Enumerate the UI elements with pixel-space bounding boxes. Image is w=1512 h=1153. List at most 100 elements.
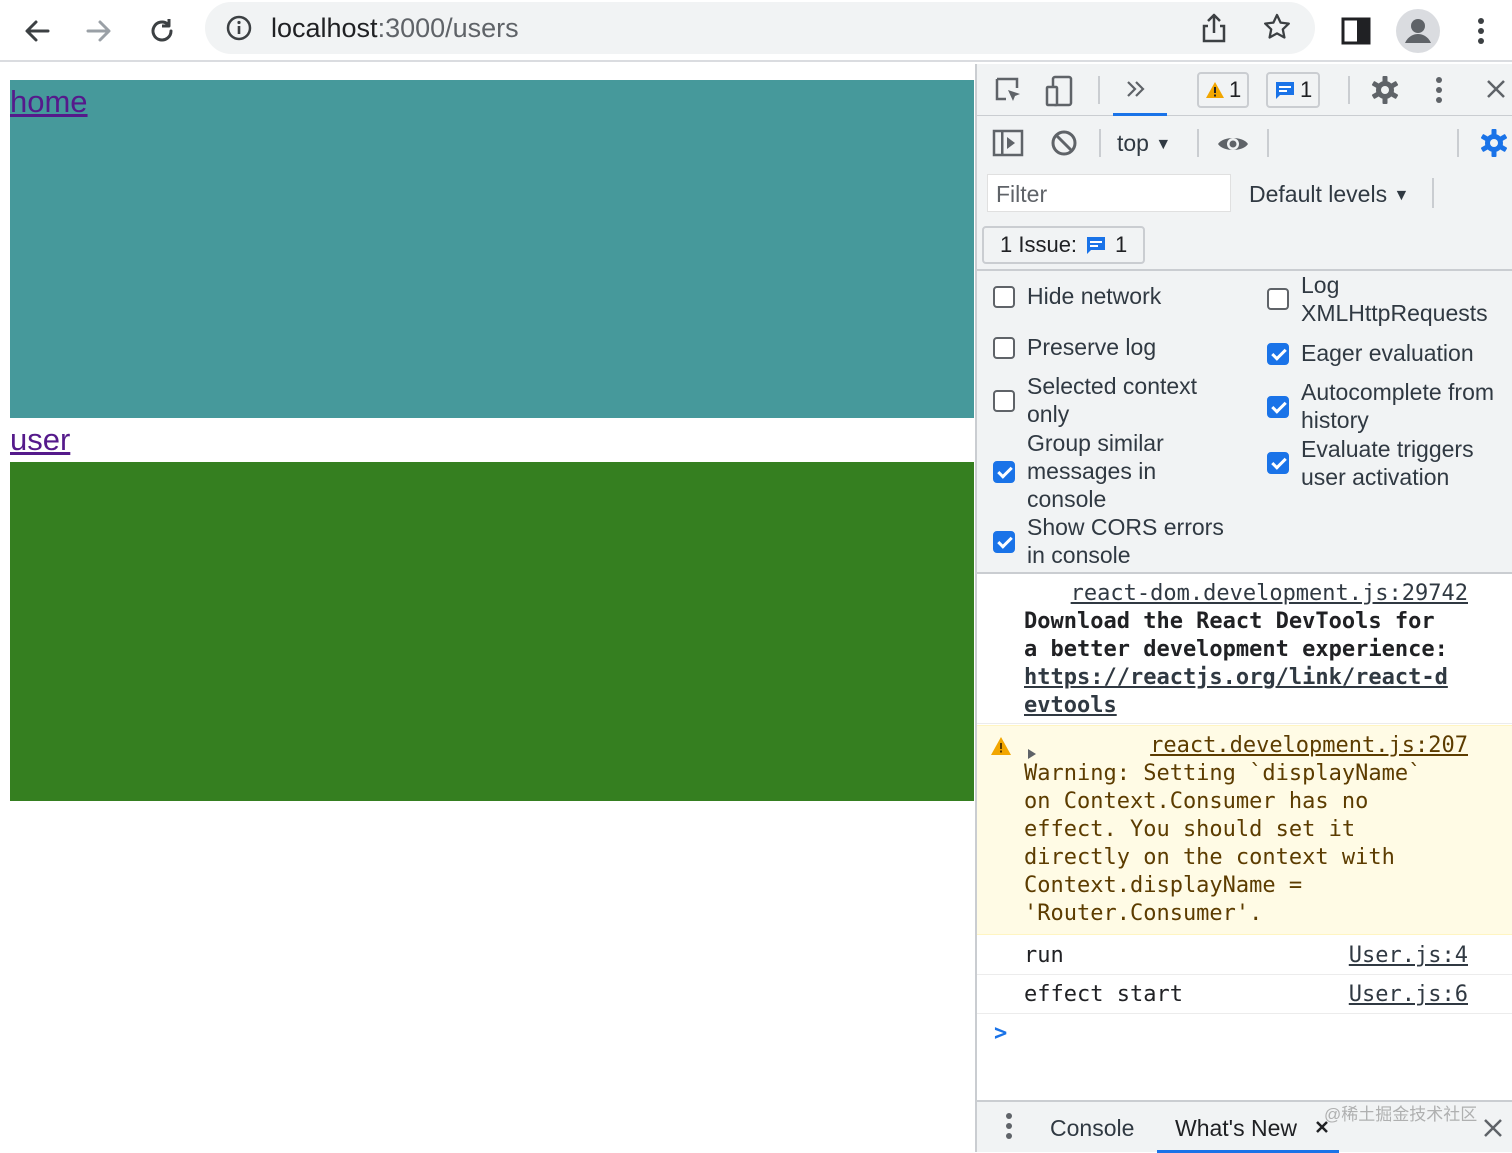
show-cors-errors-checkbox[interactable] xyxy=(993,531,1015,553)
hide-network-checkbox[interactable] xyxy=(993,286,1015,308)
console-settings-gear-icon[interactable] xyxy=(1479,128,1509,158)
user-block xyxy=(10,462,974,801)
log-xhr-checkbox[interactable] xyxy=(1267,288,1289,310)
message-line: Download the React DevTools for xyxy=(1024,609,1435,634)
sidebar-toggle-icon[interactable] xyxy=(992,129,1024,157)
reload-icon[interactable] xyxy=(139,8,185,54)
devtools-main-toolbar: 1 1 xyxy=(977,64,1512,116)
settings-gear-icon[interactable] xyxy=(1370,75,1400,105)
message-source-link[interactable]: react.development.js:207 xyxy=(1150,732,1468,760)
message-count: 1 xyxy=(1300,77,1313,102)
home-link[interactable]: home xyxy=(10,84,88,120)
separator xyxy=(1348,76,1350,104)
label-line: Show CORS errors xyxy=(1027,514,1224,540)
console-output: react-dom.development.js:29742 Download … xyxy=(977,572,1512,1100)
label-line: Log xyxy=(1301,272,1340,298)
clear-console-icon[interactable] xyxy=(1050,129,1078,157)
forward-arrow-icon[interactable] xyxy=(76,8,122,54)
message-line: Context.displayName = xyxy=(1024,873,1303,898)
label-line: only xyxy=(1027,401,1070,427)
bookmark-star-icon[interactable] xyxy=(1262,12,1292,47)
message-text: run xyxy=(1024,943,1064,968)
devtools-link[interactable]: https://reactjs.org/link/react-d xyxy=(1024,664,1448,692)
url-text[interactable]: localhost:3000/users xyxy=(271,11,519,45)
label-line: in console xyxy=(1027,542,1131,568)
message-line: 'Router.Consumer'. xyxy=(1024,901,1263,926)
show-cors-errors-label: Show CORS errors in console xyxy=(1027,513,1224,569)
site-info-icon[interactable] xyxy=(225,14,253,47)
devtools-link[interactable]: evtools xyxy=(1024,692,1448,720)
preserve-log-label: Preserve log xyxy=(1027,334,1157,360)
dropdown-arrow-icon: ▼ xyxy=(1393,187,1410,204)
eager-evaluation-checkbox[interactable] xyxy=(1267,343,1289,365)
group-similar-checkbox[interactable] xyxy=(993,461,1015,483)
autocomplete-history-checkbox[interactable] xyxy=(1267,396,1289,418)
selected-context-checkbox[interactable] xyxy=(993,390,1015,412)
selected-context-label: Selected context only xyxy=(1027,372,1197,428)
log-xhr-label: Log XMLHttpRequests xyxy=(1301,271,1488,327)
separator xyxy=(1267,129,1269,157)
separator xyxy=(1098,76,1100,104)
messages-counter[interactable]: 1 xyxy=(1266,72,1321,108)
context-selector[interactable]: top ▼ xyxy=(1117,129,1171,161)
close-devtools-icon[interactable] xyxy=(1485,78,1507,100)
evaluate-triggers-checkbox[interactable] xyxy=(1267,452,1289,474)
message-source-link[interactable]: User.js:4 xyxy=(1349,942,1468,970)
message-source-link[interactable]: react-dom.development.js:29742 xyxy=(1071,580,1468,608)
console-filter-input[interactable]: Filter xyxy=(987,174,1231,212)
devtools-panel: 1 1 top ▼ Filter Default levels ▼ 1 Issu… xyxy=(975,64,1512,1153)
context-label: top xyxy=(1117,130,1149,156)
separator xyxy=(1197,129,1199,157)
back-arrow-icon[interactable] xyxy=(14,8,60,54)
message-source-link[interactable]: User.js:6 xyxy=(1349,981,1468,1009)
share-icon[interactable] xyxy=(1200,12,1228,49)
separator xyxy=(1457,129,1459,157)
address-bar[interactable]: localhost:3000/users xyxy=(205,2,1315,54)
console-toolbar: top ▼ xyxy=(977,117,1512,167)
evaluate-triggers-label: Evaluate triggers user activation xyxy=(1301,435,1474,491)
separator xyxy=(1432,178,1434,208)
tab-whats-new[interactable]: What's New xyxy=(1175,1114,1297,1142)
live-expression-eye-icon[interactable] xyxy=(1216,133,1250,155)
message-line: a better development experience: xyxy=(1024,637,1448,662)
user-link[interactable]: user xyxy=(10,422,70,458)
watermark: @稀土掘金技术社区 xyxy=(1324,1105,1478,1124)
warnings-counter[interactable]: 1 xyxy=(1197,72,1250,108)
label-line: Autocomplete from xyxy=(1301,379,1495,405)
browser-toolbar: localhost:3000/users xyxy=(0,0,1512,62)
warning-icon xyxy=(990,736,1012,764)
separator xyxy=(1099,129,1101,157)
label-line: Selected context xyxy=(1027,373,1198,399)
browser-menu-icon[interactable] xyxy=(1458,8,1504,54)
device-toolbar-icon[interactable] xyxy=(1045,75,1075,107)
side-panel-icon[interactable] xyxy=(1333,8,1379,54)
group-similar-label: Group similar messages in console xyxy=(1027,429,1164,513)
console-message: react-dom.development.js:29742 Download … xyxy=(977,574,1512,724)
close-drawer-icon[interactable] xyxy=(1483,1118,1503,1138)
preserve-log-checkbox[interactable] xyxy=(993,337,1015,359)
url-path: :3000/users xyxy=(377,13,519,43)
message-line: effect. You should set it xyxy=(1024,817,1356,842)
warning-icon xyxy=(1206,82,1224,98)
tab-console[interactable]: Console xyxy=(1050,1114,1134,1142)
issues-button[interactable]: 1 Issue: 1 xyxy=(982,226,1146,264)
log-levels-dropdown[interactable]: Default levels ▼ xyxy=(1249,180,1409,212)
more-tabs-icon[interactable] xyxy=(1125,78,1147,100)
label-line: history xyxy=(1301,407,1369,433)
url-host: localhost xyxy=(271,13,378,43)
page-viewport: home user xyxy=(0,64,975,1152)
profile-avatar-icon[interactable] xyxy=(1395,8,1441,54)
label-line: user activation xyxy=(1301,464,1450,490)
devtools-menu-icon[interactable] xyxy=(1435,76,1443,104)
console-prompt[interactable]: > xyxy=(977,1016,1512,1056)
drawer-menu-icon[interactable] xyxy=(1005,1112,1013,1140)
label-line: messages in xyxy=(1027,458,1157,484)
hide-network-label: Hide network xyxy=(1027,283,1162,309)
console-warning-message: react.development.js:207 Warning: Settin… xyxy=(977,725,1512,935)
console-log-message: effect start User.js:6 xyxy=(977,975,1512,1014)
eager-evaluation-label: Eager evaluation xyxy=(1301,340,1474,366)
inspect-element-icon[interactable] xyxy=(994,76,1024,106)
message-line: on Context.Consumer has no xyxy=(1024,789,1369,814)
label-line: Evaluate triggers xyxy=(1301,436,1474,462)
message-text: Warning: Setting `displayName` on Contex… xyxy=(1024,760,1421,928)
